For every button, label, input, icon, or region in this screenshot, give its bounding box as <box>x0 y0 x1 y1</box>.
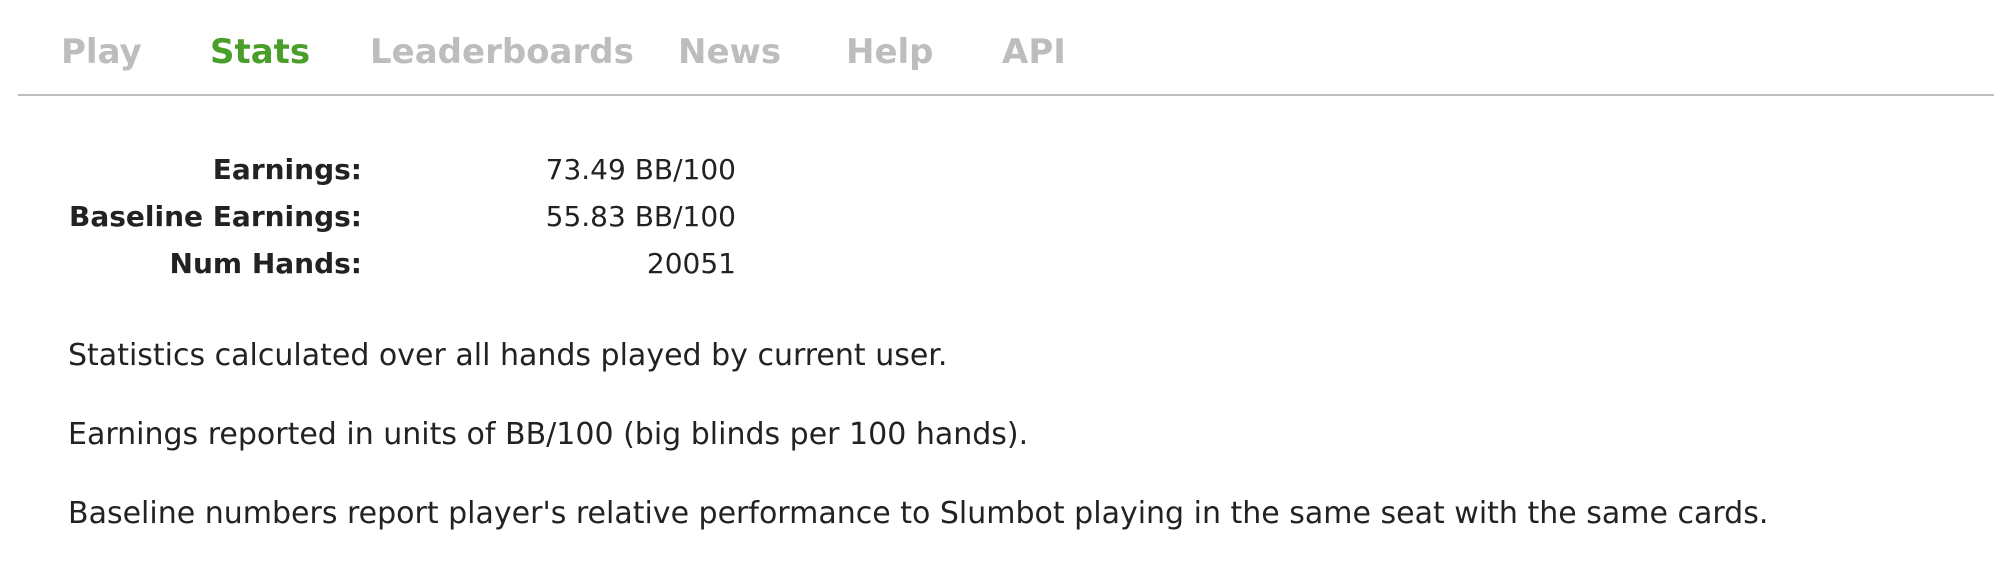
nav-tab-stats[interactable]: Stats <box>210 32 310 72</box>
note-statistics-scope: Statistics calculated over all hands pla… <box>68 338 948 373</box>
nav-tab-api[interactable]: API <box>1002 32 1066 72</box>
top-nav: Play Stats Leaderboards News Help API <box>18 0 1994 96</box>
nav-tab-help[interactable]: Help <box>846 32 934 72</box>
stat-value: 73.49 BB/100 <box>545 153 736 186</box>
note-earnings-units: Earnings reported in units of BB/100 (bi… <box>68 417 1029 452</box>
stats-table: Earnings: 73.49 BB/100 Baseline Earnings… <box>60 150 736 291</box>
stat-label: Num Hands: <box>169 247 362 280</box>
stat-value: 20051 <box>646 247 736 280</box>
note-baseline-explanation: Baseline numbers report player's relativ… <box>68 496 1769 531</box>
stat-label: Earnings: <box>212 153 362 186</box>
stat-row-earnings: Earnings: 73.49 BB/100 <box>60 150 736 197</box>
page: Play Stats Leaderboards News Help API Ea… <box>0 0 1994 575</box>
stats-notes: Statistics calculated over all hands pla… <box>68 336 1768 573</box>
stat-value: 55.83 BB/100 <box>545 200 736 233</box>
stat-row-num-hands: Num Hands: 20051 <box>60 244 736 291</box>
nav-tab-leaderboards[interactable]: Leaderboards <box>370 32 634 72</box>
nav-tab-news[interactable]: News <box>678 32 781 72</box>
stat-label: Baseline Earnings: <box>69 200 362 233</box>
nav-tab-play[interactable]: Play <box>61 32 142 72</box>
stat-row-baseline-earnings: Baseline Earnings: 55.83 BB/100 <box>60 197 736 244</box>
